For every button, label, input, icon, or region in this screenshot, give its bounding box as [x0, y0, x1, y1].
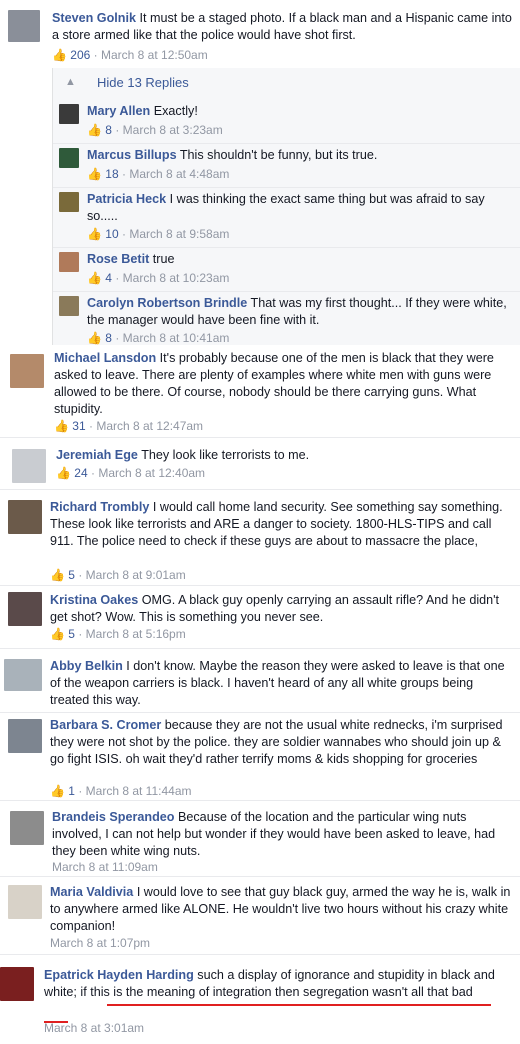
avatar[interactable] [8, 885, 42, 919]
avatar[interactable] [12, 449, 46, 483]
comment: Michael Lansdon It's probably because on… [0, 346, 520, 438]
like-icon[interactable]: 👍 [50, 784, 65, 798]
reply: Carolyn Robertson Brindle That was my fi… [53, 292, 520, 345]
like-icon[interactable]: 👍 [50, 627, 65, 641]
reply-author[interactable]: Carolyn Robertson Brindle [87, 296, 247, 310]
comment-author[interactable]: Epatrick Hayden Harding [44, 968, 194, 982]
comment: Steven Golnik It must be a staged photo.… [0, 0, 520, 66]
comment-author[interactable]: Michael Lansdon [54, 351, 156, 365]
comment-author[interactable]: Brandeis Sperandeo [52, 810, 174, 824]
comment-author[interactable]: Kristina Oakes [50, 593, 138, 607]
like-count[interactable]: 206 [70, 48, 90, 62]
reply-author[interactable]: Patricia Heck [87, 192, 166, 206]
reply-author[interactable]: Marcus Billups [87, 148, 177, 162]
like-count[interactable]: 8 [105, 331, 112, 345]
comment: Kristina Oakes OMG. A black guy openly c… [0, 587, 520, 649]
timestamp[interactable]: March 8 at 9:01am [86, 568, 186, 582]
like-icon[interactable]: 👍 [56, 466, 71, 480]
comment-author[interactable]: Barbara S. Cromer [50, 718, 161, 732]
reply-text: true [152, 252, 175, 266]
timestamp[interactable]: March 8 at 11:44am [86, 784, 192, 798]
hide-replies-link[interactable]: Hide 13 Replies [97, 75, 189, 90]
timestamp[interactable]: March 8 at 12:47am [96, 419, 203, 433]
timestamp[interactable]: March 8 at 3:23am [123, 123, 223, 137]
avatar[interactable] [8, 10, 40, 42]
reply: Marcus Billups This shouldn't be funny, … [53, 144, 520, 188]
timestamp[interactable]: March 8 at 3:01am [44, 1021, 144, 1035]
comment: Maria Valdivia I would love to see that … [0, 879, 520, 955]
like-icon[interactable]: 👍 [87, 227, 102, 241]
comment: Abby Belkin I don't know. Maybe the reas… [0, 651, 520, 713]
comment-text: They look like terrorists to me. [141, 448, 310, 462]
timestamp[interactable]: March 8 at 10:41am [123, 331, 230, 345]
timestamp[interactable]: March 8 at 11:09am [52, 860, 158, 874]
timestamp[interactable]: March 8 at 12:40am [98, 466, 205, 480]
avatar[interactable] [8, 719, 42, 753]
like-count[interactable]: 31 [72, 419, 85, 433]
chevron-up-icon[interactable]: ▲ [65, 76, 76, 88]
timestamp[interactable]: March 8 at 5:16pm [86, 627, 186, 641]
red-underline [107, 1004, 491, 1006]
like-icon[interactable]: 👍 [54, 419, 69, 433]
avatar[interactable] [59, 148, 79, 168]
replies-panel: ▲ Hide 13 Replies Mary Allen Exactly! 👍 … [52, 68, 520, 345]
avatar[interactable] [59, 296, 79, 316]
like-icon[interactable]: 👍 [87, 167, 102, 181]
reply-author[interactable]: Rose Betit [87, 252, 149, 266]
avatar[interactable] [8, 592, 42, 626]
comment-author[interactable]: Steven Golnik [52, 11, 136, 25]
like-count[interactable]: 5 [68, 627, 75, 641]
like-count[interactable]: 18 [105, 167, 118, 181]
timestamp[interactable]: March 8 at 1:07pm [50, 936, 150, 950]
like-icon[interactable]: 👍 [87, 271, 102, 285]
avatar[interactable] [59, 192, 79, 212]
like-count[interactable]: 8 [105, 123, 112, 137]
comment-author[interactable]: Jeremiah Ege [56, 448, 138, 462]
timestamp[interactable]: March 8 at 9:58am [129, 227, 229, 241]
comment-author[interactable]: Richard Trombly [50, 500, 149, 514]
comment: Jeremiah Ege They look like terrorists t… [0, 440, 520, 490]
avatar[interactable] [59, 104, 79, 124]
avatar[interactable] [4, 659, 42, 691]
comment: Epatrick Hayden Harding such a display o… [0, 957, 520, 1044]
like-icon[interactable]: 👍 [87, 331, 102, 345]
avatar[interactable] [8, 500, 42, 534]
like-count[interactable]: 10 [105, 227, 118, 241]
like-icon[interactable]: 👍 [87, 123, 102, 137]
like-icon[interactable]: 👍 [52, 48, 67, 62]
avatar[interactable] [0, 967, 34, 1001]
comment: Richard Trombly I would call home land s… [0, 492, 520, 586]
avatar[interactable] [59, 252, 79, 272]
comment-author[interactable]: Abby Belkin [50, 659, 123, 673]
reply: Patricia Heck I was thinking the exact s… [53, 188, 520, 248]
like-count[interactable]: 24 [74, 466, 87, 480]
comment: Brandeis Sperandeo Because of the locati… [0, 803, 520, 877]
reply-text: Exactly! [153, 104, 198, 118]
like-count[interactable]: 4 [105, 271, 112, 285]
timestamp[interactable]: March 8 at 4:48am [129, 167, 229, 181]
comment-author[interactable]: Maria Valdivia [50, 885, 133, 899]
like-icon[interactable]: 👍 [50, 568, 65, 582]
reply-text: This shouldn't be funny, but its true. [179, 148, 378, 162]
like-count[interactable]: 5 [68, 568, 75, 582]
avatar[interactable] [10, 354, 44, 388]
timestamp[interactable]: March 8 at 12:50am [101, 48, 208, 62]
like-count[interactable]: 1 [68, 784, 75, 798]
reply: Rose Betit true 👍 4 · March 8 at 10:23am [53, 248, 520, 292]
reply: Mary Allen Exactly! 👍 8 · March 8 at 3:2… [53, 100, 520, 144]
timestamp[interactable]: March 8 at 10:23am [123, 271, 230, 285]
comment: Barbara S. Cromer because they are not t… [0, 713, 520, 801]
reply-author[interactable]: Mary Allen [87, 104, 150, 118]
avatar[interactable] [10, 811, 44, 845]
